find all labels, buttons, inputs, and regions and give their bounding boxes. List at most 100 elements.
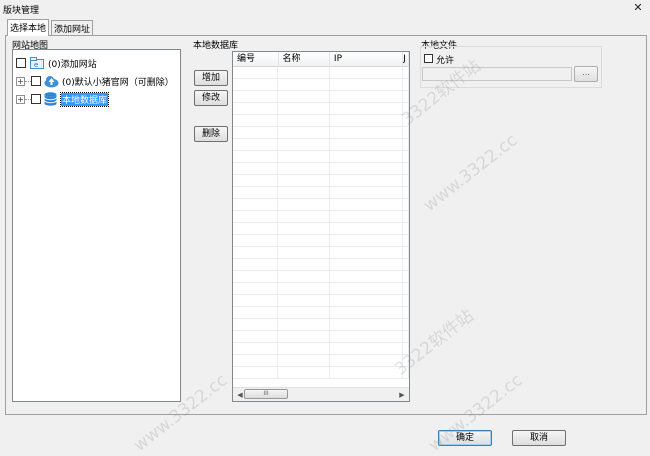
table-cell [278,151,330,163]
table-cell [403,235,409,247]
table-row [233,355,409,367]
table-row [233,151,409,163]
table-cell [278,319,330,331]
table-cell [278,127,330,139]
table-row [233,319,409,331]
table-cell [330,259,404,271]
scroll-thumb[interactable]: III [244,389,288,399]
table-row [233,211,409,223]
table-cell [403,271,409,283]
expand-plus-icon[interactable]: + [16,94,25,104]
table-cell [330,271,404,283]
table-cell [330,331,404,343]
table-cell [403,139,409,151]
table-cell [278,67,330,79]
table-cell [403,79,409,91]
delete-button[interactable]: 删除 [194,126,228,142]
table-cell [233,295,279,307]
tab-select-local[interactable]: 选择本地 [7,19,50,36]
tab-add-url[interactable]: 添加网址 [51,20,94,35]
table-header: 编号 名称 IP J [233,52,409,67]
table-cell [403,187,409,199]
table-cell [233,139,279,151]
tree-checkbox[interactable] [31,94,41,104]
table-cell [330,307,404,319]
table-cell [403,259,409,271]
table-cell [278,295,330,307]
table-cell [233,103,279,115]
database-icon [44,92,57,106]
table-cell [330,235,404,247]
table-cell [278,343,330,355]
table-row [233,367,409,379]
table-cell [278,235,330,247]
table-row [233,103,409,115]
scroll-right-icon[interactable]: ▶ [395,388,409,402]
tree-item-local-db[interactable]: + 本地数据库 [16,91,174,107]
table-row [233,67,409,79]
table-row [233,343,409,355]
table-cell [403,211,409,223]
table-cell [330,175,404,187]
table-cell [330,367,404,379]
table-cell [403,283,409,295]
table-cell [233,307,279,319]
table-cell [278,283,330,295]
tree-item-label: (0)默认小猪官网（可删除） [62,77,174,88]
database-table[interactable]: 编号 名称 IP J [232,51,410,402]
site-tree[interactable]: e (0)添加网站 + (0)默认小猪官网（可删除） + 本地数据库 [12,49,181,402]
column-header-name[interactable]: 名称 [279,52,330,67]
tree-checkbox[interactable] [31,76,41,86]
table-cell [330,139,404,151]
table-cell [278,163,330,175]
table-cell [330,79,404,91]
table-cell [233,247,279,259]
table-cell [233,199,279,211]
table-cell [330,223,404,235]
table-cell [403,67,409,79]
table-cell [233,235,279,247]
svg-text:e: e [34,61,38,69]
table-cell [278,91,330,103]
expand-plus-icon[interactable]: + [16,76,25,86]
tree-item-add-site[interactable]: e (0)添加网站 [16,55,174,71]
column-header-ip[interactable]: IP [330,52,404,67]
table-row [233,199,409,211]
table-cell [330,283,404,295]
column-header-id[interactable]: 编号 [233,52,279,67]
table-cell [233,187,279,199]
cancel-button[interactable]: 取消 [512,430,566,446]
table-cell [330,163,404,175]
table-cell [278,247,330,259]
table-cell [278,139,330,151]
table-row [233,307,409,319]
table-cell [330,103,404,115]
column-header-cut[interactable]: J [403,52,409,67]
table-row [233,91,409,103]
table-cell [403,199,409,211]
add-button[interactable]: 增加 [194,70,228,86]
close-icon[interactable]: ✕ [630,2,646,14]
table-cell [233,355,279,367]
table-cell [233,343,279,355]
table-body [233,67,409,379]
edit-button[interactable]: 修改 [194,90,228,106]
table-cell [233,115,279,127]
table-row [233,223,409,235]
table-cell [233,259,279,271]
table-cell [278,211,330,223]
tree-item-default-site[interactable]: + (0)默认小猪官网（可删除） [16,73,174,89]
allow-checkbox[interactable] [424,54,433,63]
browse-button[interactable]: ... [574,66,598,82]
table-cell [233,367,279,379]
table-row [233,79,409,91]
table-cell [278,271,330,283]
tree-checkbox[interactable] [16,58,26,68]
table-cell [278,187,330,199]
table-cell [233,223,279,235]
allow-label: 允许 [436,56,455,66]
table-cell [403,163,409,175]
table-cell [330,67,404,79]
table-row [233,175,409,187]
table-cell [403,295,409,307]
